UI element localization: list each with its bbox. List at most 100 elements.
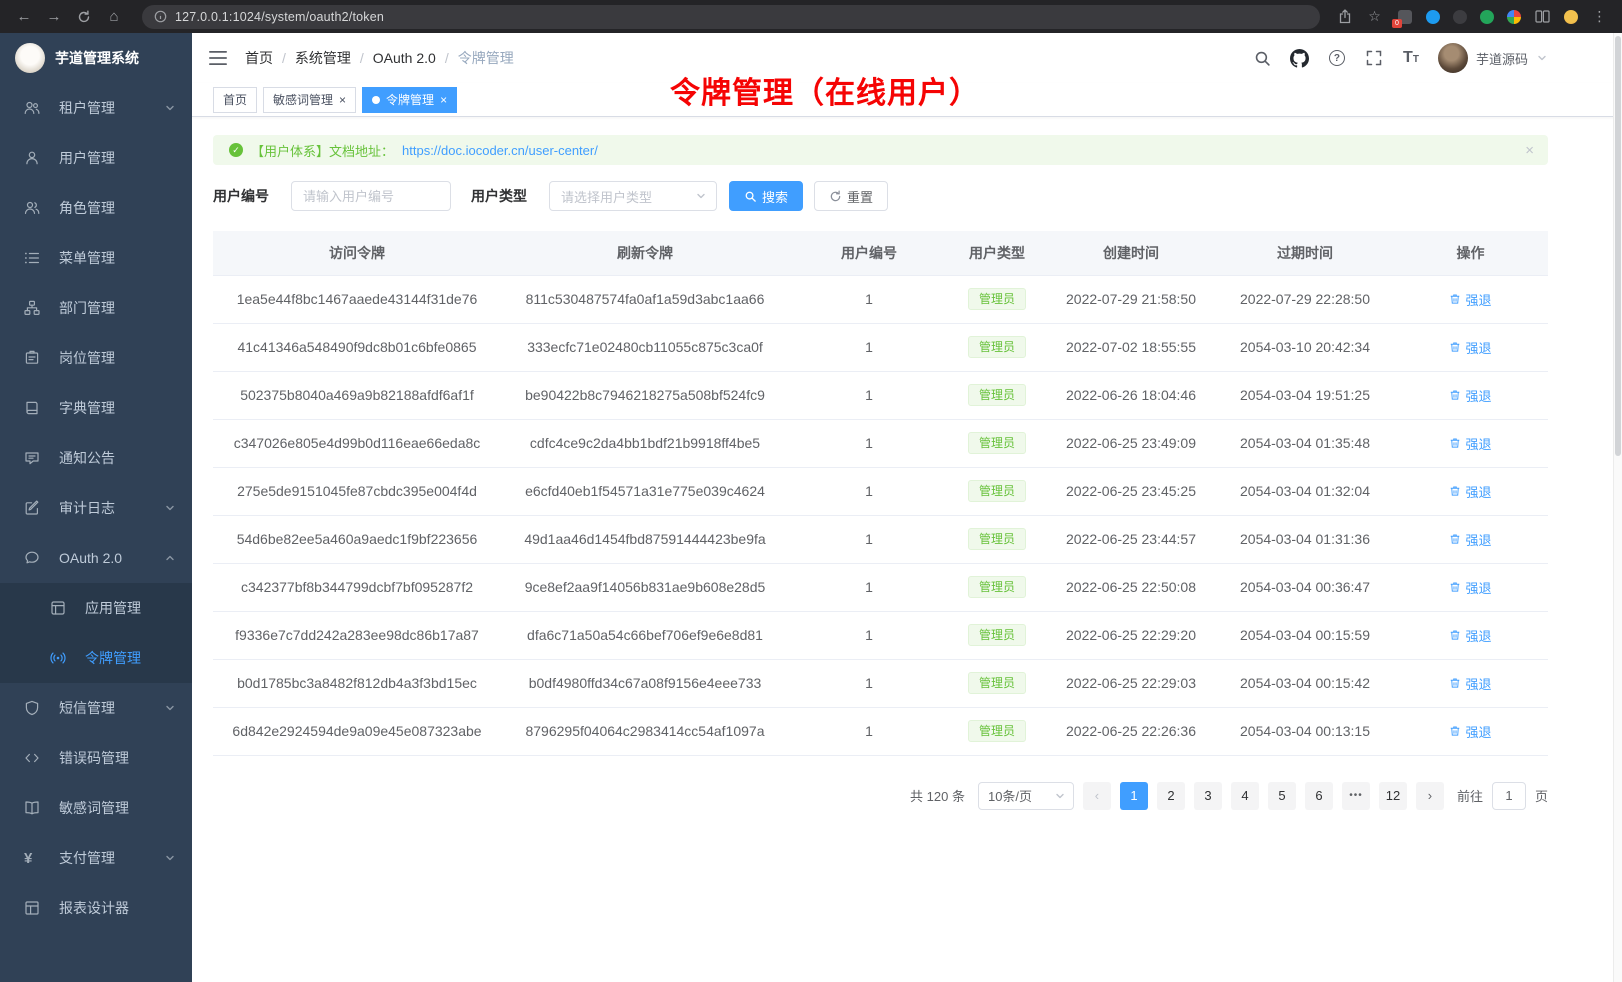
- extension-green-icon[interactable]: [1480, 10, 1494, 24]
- user-type-select[interactable]: 请选择用户类型: [549, 181, 717, 211]
- sidebar-item-menu[interactable]: 菜单管理: [0, 233, 192, 283]
- close-icon[interactable]: ×: [1525, 142, 1534, 159]
- user-type-badge: 管理员: [968, 672, 1026, 694]
- breadcrumb-item[interactable]: OAuth 2.0: [373, 50, 436, 66]
- breadcrumb-item[interactable]: 系统管理: [295, 48, 351, 68]
- sidebar-item-sms[interactable]: 短信管理: [0, 683, 192, 733]
- bookmark-star-icon[interactable]: ☆: [1366, 8, 1383, 25]
- force-logout-button[interactable]: 强退: [1449, 626, 1491, 645]
- force-logout-button[interactable]: 强退: [1449, 674, 1491, 693]
- search-icon[interactable]: [1253, 48, 1273, 68]
- sidebar-item-audit-log[interactable]: 审计日志: [0, 483, 192, 533]
- sidebar-item-oauth[interactable]: OAuth 2.0: [0, 533, 192, 583]
- breadcrumb-separator: /: [360, 50, 364, 66]
- table-header-row: 访问令牌 刷新令牌 用户编号 用户类型 创建时间 过期时间 操作: [213, 231, 1548, 275]
- page-button-2[interactable]: 2: [1157, 782, 1185, 810]
- force-logout-button[interactable]: 强退: [1449, 338, 1491, 357]
- url-bar[interactable]: 127.0.0.1:1024/system/oauth2/token: [142, 5, 1320, 29]
- sidebar-item-error-code[interactable]: 错误码管理: [0, 733, 192, 783]
- goto-page-input[interactable]: [1492, 782, 1526, 810]
- page-button-12[interactable]: 12: [1379, 782, 1407, 810]
- page-button-6[interactable]: 6: [1305, 782, 1333, 810]
- chevron-down-icon: [164, 852, 176, 864]
- site-info-icon[interactable]: [154, 10, 167, 23]
- tab-home[interactable]: 首页: [213, 87, 257, 113]
- force-logout-button[interactable]: 强退: [1449, 482, 1491, 501]
- font-size-icon[interactable]: TT: [1401, 48, 1421, 68]
- force-logout-button[interactable]: 强退: [1449, 578, 1491, 597]
- user-type-badge: 管理员: [968, 624, 1026, 646]
- sms-shield-icon: [24, 700, 46, 716]
- app-logo[interactable]: 芋道管理系统: [0, 33, 192, 83]
- sidebar-item-post[interactable]: 岗位管理: [0, 333, 192, 383]
- chevron-down-icon: [164, 702, 176, 714]
- close-icon[interactable]: ×: [440, 94, 447, 106]
- back-icon[interactable]: ←: [12, 5, 36, 29]
- sidebar-item-app-manage[interactable]: 应用管理: [0, 583, 192, 633]
- force-logout-button[interactable]: 强退: [1449, 386, 1491, 405]
- pagination-more-button[interactable]: •••: [1342, 782, 1370, 810]
- sidebar-item-role[interactable]: 角色管理: [0, 183, 192, 233]
- url-text: 127.0.0.1:1024/system/oauth2/token: [175, 10, 384, 24]
- sidebar-item-sensitive-word[interactable]: 敏感词管理: [0, 783, 192, 833]
- page-button-4[interactable]: 4: [1231, 782, 1259, 810]
- user-name: 芋道源码: [1476, 49, 1528, 68]
- home-icon[interactable]: ⌂: [102, 5, 126, 29]
- extension-multicolor-icon[interactable]: [1507, 10, 1521, 24]
- help-icon[interactable]: ?: [1327, 48, 1347, 68]
- reload-icon[interactable]: [72, 5, 96, 29]
- sidebar-item-tenant[interactable]: 租户管理: [0, 83, 192, 133]
- extension-blue-icon[interactable]: [1426, 10, 1440, 24]
- close-icon[interactable]: ×: [339, 94, 346, 106]
- header-actions: ? TT 芋道源码: [1253, 43, 1548, 73]
- sidebar-item-payment[interactable]: ¥ 支付管理: [0, 833, 192, 883]
- forward-icon[interactable]: →: [42, 5, 66, 29]
- search-button[interactable]: 搜索: [729, 181, 803, 211]
- user-id-input[interactable]: [291, 181, 451, 211]
- page-button-3[interactable]: 3: [1194, 782, 1222, 810]
- delete-icon: [1449, 389, 1461, 401]
- user-type-badge: 管理员: [968, 576, 1026, 598]
- force-logout-button[interactable]: 强退: [1449, 434, 1491, 453]
- user-menu[interactable]: 芋道源码: [1438, 43, 1548, 73]
- role-icon: [24, 200, 46, 216]
- force-logout-button[interactable]: 强退: [1449, 290, 1491, 309]
- page-content: ✓ 【用户体系】文档地址： https://doc.iocoder.cn/use…: [192, 117, 1622, 982]
- tab-sensitive-word[interactable]: 敏感词管理 ×: [263, 87, 356, 113]
- page-button-5[interactable]: 5: [1268, 782, 1296, 810]
- doc-link[interactable]: https://doc.iocoder.cn/user-center/: [402, 143, 598, 158]
- sidebar-item-token-manage[interactable]: 令牌管理: [0, 633, 192, 683]
- share-icon[interactable]: [1336, 8, 1353, 25]
- table-row: c347026e805e4d99b0d116eae66eda8c cdfc4ce…: [213, 419, 1548, 467]
- extension-dark-icon[interactable]: [1453, 10, 1467, 24]
- prev-page-button[interactable]: ‹: [1083, 782, 1111, 810]
- github-icon[interactable]: [1290, 48, 1310, 68]
- browser-menu-icon[interactable]: ⋮: [1591, 8, 1608, 25]
- user-type-badge: 管理员: [968, 288, 1026, 310]
- profile-avatar-icon[interactable]: [1564, 10, 1578, 24]
- sidebar-item-dept[interactable]: 部门管理: [0, 283, 192, 333]
- sidebar-item-report-designer[interactable]: 报表设计器: [0, 883, 192, 933]
- table-row: 41c41346a548490f9dc8b01c6bfe0865 333ecfc…: [213, 323, 1548, 371]
- next-page-button[interactable]: ›: [1416, 782, 1444, 810]
- tab-token-manage[interactable]: 令牌管理 ×: [362, 87, 457, 113]
- sidebar-item-notice[interactable]: 通知公告: [0, 433, 192, 483]
- reset-button[interactable]: 重置: [814, 181, 888, 211]
- scrollbar-thumb[interactable]: [1615, 36, 1621, 456]
- page-size-select[interactable]: 10条/页: [978, 782, 1074, 810]
- fullscreen-icon[interactable]: [1364, 48, 1384, 68]
- doc-alert: ✓ 【用户体系】文档地址： https://doc.iocoder.cn/use…: [213, 135, 1548, 165]
- breadcrumb-item[interactable]: 首页: [245, 48, 273, 68]
- split-view-icon[interactable]: [1534, 8, 1551, 25]
- app-window: 芋道管理系统 租户管理 用户管理 角色管理 菜单管理 部: [0, 33, 1622, 982]
- sidebar-item-user[interactable]: 用户管理: [0, 133, 192, 183]
- collapse-sidebar-button[interactable]: [208, 48, 228, 68]
- notice-icon: [24, 450, 46, 466]
- page-button-1[interactable]: 1: [1120, 782, 1148, 810]
- force-logout-button[interactable]: 强退: [1449, 722, 1491, 741]
- scrollbar-track[interactable]: [1613, 33, 1622, 982]
- sidebar: 芋道管理系统 租户管理 用户管理 角色管理 菜单管理 部: [0, 33, 192, 982]
- sidebar-item-dict[interactable]: 字典管理: [0, 383, 192, 433]
- extension-badged-icon[interactable]: 0: [1396, 8, 1413, 25]
- force-logout-button[interactable]: 强退: [1449, 530, 1491, 549]
